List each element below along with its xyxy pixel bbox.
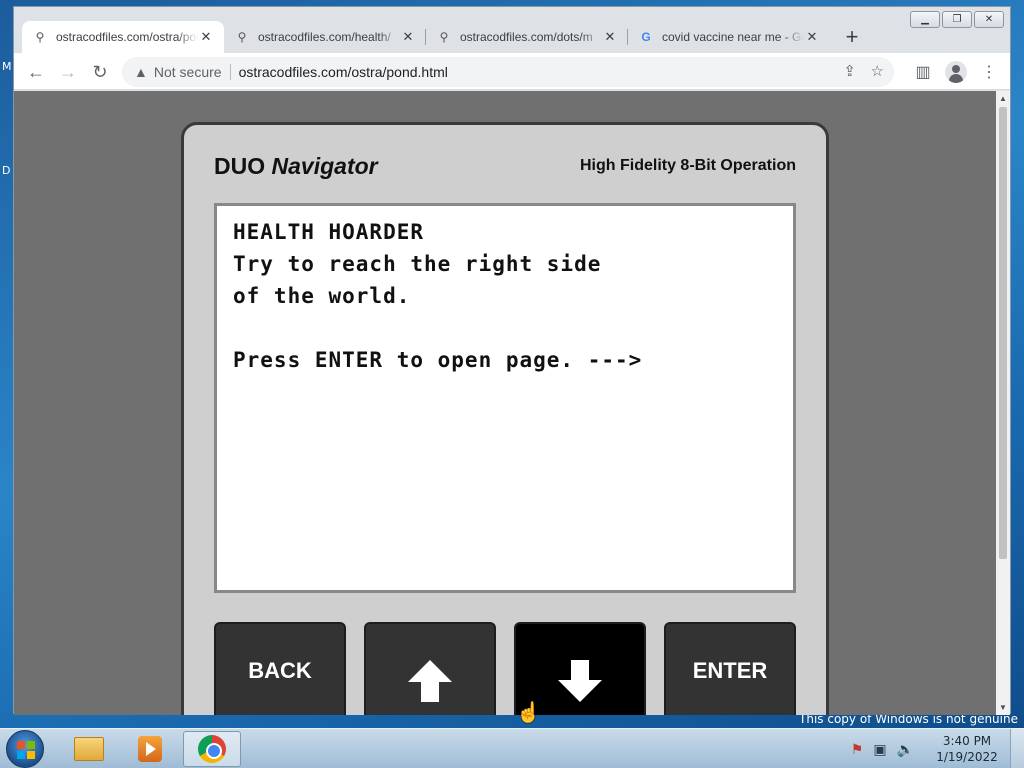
clock[interactable]: 3:40 PM 1/19/2022 <box>924 733 1010 765</box>
device-model: Navigator <box>271 153 378 179</box>
back-arrow-icon[interactable]: ← <box>23 59 49 85</box>
close-tab-icon[interactable]: ✕ <box>198 29 214 45</box>
reload-icon[interactable]: ↻ <box>87 59 113 85</box>
device-tagline: High Fidelity 8-Bit Operation <box>579 157 796 174</box>
omnibox-divider <box>229 64 231 80</box>
up-key-button[interactable] <box>364 622 496 715</box>
tab-title: ostracodfiles.com/dots/m <box>460 30 593 44</box>
scroll-down-icon[interactable]: ▼ <box>999 703 1007 712</box>
side-panel-icon[interactable]: ▥ <box>910 59 936 85</box>
page-scrollbar[interactable]: ▲ ▼ <box>996 91 1010 715</box>
close-tab-icon[interactable]: ✕ <box>804 29 820 45</box>
avatar-icon <box>945 61 967 83</box>
google-favicon-icon: G <box>641 30 651 44</box>
browser-toolbar: ← → ↻ ▲ Not secure ostracodfiles.com/ost… <box>14 53 1010 90</box>
security-label[interactable]: Not secure <box>154 64 222 80</box>
windows-logo-icon <box>17 741 35 759</box>
tab-health[interactable]: ⚲ ostracodfiles.com/health/ ✕ <box>224 21 426 53</box>
show-desktop-button[interactable] <box>1010 729 1024 768</box>
enter-key-button[interactable]: ENTER <box>664 622 796 715</box>
minimize-button[interactable]: ▁ <box>910 11 940 28</box>
taskbar: ⚑ ▣ 🔈 3:40 PM 1/19/2022 <box>0 728 1024 768</box>
scrollbar-thumb[interactable] <box>999 107 1007 559</box>
address-bar[interactable]: ▲ Not secure ostracodfiles.com/ostra/pon… <box>122 57 894 87</box>
new-tab-button[interactable]: + <box>838 23 866 51</box>
mouse-cursor-icon: ☝ <box>516 702 541 724</box>
taskbar-chrome[interactable] <box>183 731 241 767</box>
tab-title: covid vaccine near me - Google Search <box>662 30 804 44</box>
device-screen: HEALTH HOARDER Try to reach the right si… <box>214 203 796 593</box>
screen-line: HEALTH HOARDER <box>233 220 425 244</box>
up-arrow-icon <box>408 660 452 702</box>
back-key-button[interactable]: BACK <box>214 622 346 715</box>
device-title: DUO Navigator <box>214 153 378 180</box>
clock-date: 1/19/2022 <box>936 750 998 764</box>
tab-dots[interactable]: ⚲ ostracodfiles.com/dots/m ✕ <box>426 21 628 53</box>
warning-icon: ▲ <box>134 64 148 80</box>
close-window-button[interactable]: ✕ <box>974 11 1004 28</box>
chrome-icon <box>198 735 226 763</box>
tab-google-search[interactable]: G covid vaccine near me - Google Search … <box>628 21 830 53</box>
tab-title: ostracodfiles.com/health/ <box>258 30 391 44</box>
maximize-button[interactable]: ❐ <box>942 11 972 28</box>
screen-line: of the world. <box>233 284 411 308</box>
url-text[interactable]: ostracodfiles.com/ostra/pond.html <box>239 64 448 80</box>
profile-button[interactable] <box>943 59 969 85</box>
link-favicon-icon: ⚲ <box>237 30 247 44</box>
close-tab-icon[interactable]: ✕ <box>602 29 618 45</box>
device-brand: DUO <box>214 153 266 179</box>
device-keypad: BACK ENTER <box>214 622 796 715</box>
close-tab-icon[interactable]: ✕ <box>400 29 416 45</box>
page-viewport: DUO Navigator High Fidelity 8-Bit Operat… <box>14 91 998 715</box>
share-icon[interactable]: ⇪ <box>843 62 856 80</box>
folder-icon <box>74 737 104 761</box>
link-favicon-icon: ⚲ <box>35 30 45 44</box>
desktop-icon-fragment: M <box>2 60 12 73</box>
tab-ostra-pond[interactable]: ⚲ ostracodfiles.com/ostra/pond.html ✕ <box>22 21 224 53</box>
clock-time: 3:40 PM <box>942 734 992 748</box>
media-player-icon <box>138 736 162 762</box>
down-arrow-icon <box>558 660 602 702</box>
tab-strip: ⚲ ostracodfiles.com/ostra/pond.html ✕ ⚲ … <box>22 21 866 53</box>
scroll-up-icon[interactable]: ▲ <box>999 94 1007 103</box>
duo-navigator-device: DUO Navigator High Fidelity 8-Bit Operat… <box>181 122 829 715</box>
screen-line: Press ENTER to open page. ---> <box>233 348 643 372</box>
system-tray: ⚑ ▣ 🔈 3:40 PM 1/19/2022 <box>851 729 1024 768</box>
taskbar-explorer[interactable] <box>60 731 118 767</box>
screen-line <box>233 312 777 344</box>
menu-kebab-icon[interactable]: ⋮ <box>976 59 1002 85</box>
title-bar: ⚲ ostracodfiles.com/ostra/pond.html ✕ ⚲ … <box>14 7 1010 53</box>
desktop-icon-fragment: D <box>2 164 11 177</box>
window-controls: ▁ ❐ ✕ <box>910 11 1004 28</box>
volume-icon[interactable]: 🔈 <box>897 741 914 758</box>
start-button[interactable] <box>6 730 44 768</box>
network-icon[interactable]: ▣ <box>873 741 886 758</box>
bookmark-star-icon[interactable]: ☆ <box>871 62 884 80</box>
screen-line: Try to reach the right side <box>233 252 602 276</box>
browser-window: ⚲ ostracodfiles.com/ostra/pond.html ✕ ⚲ … <box>13 6 1011 715</box>
action-center-flag-icon[interactable]: ⚑ <box>851 741 864 758</box>
forward-arrow-icon[interactable]: → <box>55 59 81 85</box>
link-favicon-icon: ⚲ <box>439 30 449 44</box>
tab-title: ostracodfiles.com/ostra/pond.html <box>56 30 198 44</box>
taskbar-media-player[interactable] <box>121 731 179 767</box>
